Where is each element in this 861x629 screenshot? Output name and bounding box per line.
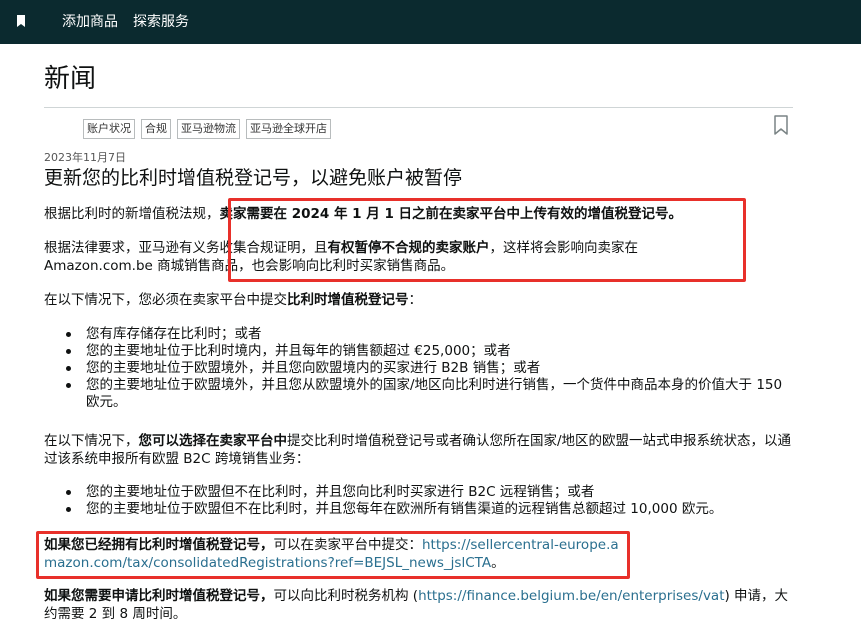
- paragraph-4-text: 在以下情况下，: [44, 433, 139, 449]
- required-conditions-list: 您有库存储存在比利时；或者 您的主要地址位于比利时境内，并且每年的销售额超过 €…: [66, 326, 789, 411]
- bookmark-outline-icon[interactable]: [773, 115, 789, 135]
- tag-global-selling[interactable]: 亚马逊全球开店: [246, 119, 331, 139]
- page-title: 新闻: [44, 64, 97, 94]
- paragraph-5: 如果您已经拥有比利时增值税登记号，可以在卖家平台中提交：https://sell…: [44, 536, 619, 572]
- paragraph-1-text: 根据比利时的新增值税法规，: [44, 206, 220, 222]
- paragraph-3-bold: 比利时增值税登记号: [287, 292, 409, 308]
- paragraph-2: 根据法律要求，亚马逊有义务收集合规证明，且有权暂停不合规的卖家账户，这样将会影响…: [44, 239, 704, 275]
- paragraph-4: 在以下情况下，您可以选择在卖家平台中提交比利时增值税登记号或者确认您所在国家/地…: [44, 432, 794, 468]
- paragraph-3-text: 在以下情况下，您必须在卖家平台中提交: [44, 292, 287, 308]
- paragraph-5-bold: 如果您已经拥有比利时增值税登记号，: [44, 537, 274, 553]
- list-item: 您有库存储存在比利时；或者: [66, 326, 789, 343]
- bookmark-icon[interactable]: [16, 15, 26, 27]
- optional-conditions-list: 您的主要地址位于欧盟但不在比利时，并且您向比利时买家进行 B2C 远程销售；或者…: [66, 484, 789, 518]
- publish-date: 2023年11月7日: [44, 151, 126, 164]
- paragraph-3-suffix: ：: [408, 292, 423, 308]
- paragraph-1-bold: 卖家需要在 2024 年 1 月 1 日之前在卖家平台中上传有效的增值税登记号。: [219, 206, 683, 222]
- top-navigation-bar: 添加商品 探索服务: [0, 0, 861, 44]
- paragraph-6-text: 可以向比利时税务机构 (: [273, 588, 419, 604]
- paragraph-5-text: 可以在卖家平台中提交：: [273, 537, 423, 553]
- paragraph-6-bold: 如果您需要申请比利时增值税登记号，: [44, 588, 274, 604]
- nav-link-explore-services[interactable]: 探索服务: [133, 13, 189, 31]
- nav-link-add-products[interactable]: 添加商品: [62, 13, 118, 31]
- paragraph-1: 根据比利时的新增值税法规，卖家需要在 2024 年 1 月 1 日之前在卖家平台…: [44, 205, 794, 223]
- paragraph-2-text: 根据法律要求，亚马逊有义务收集合规证明，且: [44, 240, 328, 256]
- title-divider: [44, 107, 793, 108]
- tag-compliance[interactable]: 合规: [141, 119, 171, 139]
- paragraph-5-end: 。: [491, 555, 505, 571]
- list-item: 您的主要地址位于欧盟但不在比利时，并且您每年在欧洲所有销售渠道的远程销售总额超过…: [66, 501, 789, 518]
- paragraph-6: 如果您需要申请比利时增值税登记号，可以向比利时税务机构 (https://fin…: [44, 587, 794, 623]
- paragraph-2-bold: 有权暂停不合规的卖家账户: [327, 240, 490, 256]
- list-item: 您的主要地址位于欧盟境外，并且您从欧盟境外的国家/地区向比利时进行销售，一个货件…: [66, 377, 789, 411]
- tag-list: 账户状况 合规 亚马逊物流 亚马逊全球开店: [83, 119, 331, 139]
- list-item: 您的主要地址位于欧盟境外，并且您向欧盟境内的买家进行 B2B 销售；或者: [66, 360, 789, 377]
- list-item: 您的主要地址位于欧盟但不在比利时，并且您向比利时买家进行 B2C 远程销售；或者: [66, 484, 789, 501]
- article-headline: 更新您的比利时增值税登记号，以避免账户被暂停: [44, 167, 463, 189]
- tag-fba[interactable]: 亚马逊物流: [177, 119, 240, 139]
- tag-account-health[interactable]: 账户状况: [83, 119, 135, 139]
- list-item: 您的主要地址位于比利时境内，并且每年的销售额超过 €25,000；或者: [66, 343, 789, 360]
- paragraph-4-bold: 您可以选择在卖家平台中: [138, 433, 288, 449]
- belgium-finance-link[interactable]: https://finance.belgium.be/en/enterprise…: [418, 588, 724, 604]
- paragraph-3: 在以下情况下，您必须在卖家平台中提交比利时增值税登记号：: [44, 291, 794, 309]
